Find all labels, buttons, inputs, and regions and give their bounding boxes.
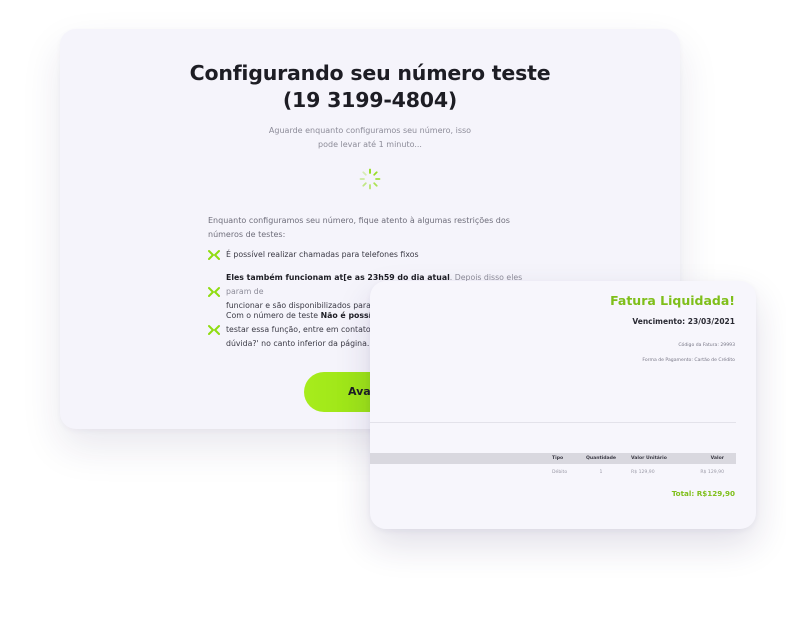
column-header-tipo: Tipo: [552, 456, 564, 461]
restrictions-intro: Enquanto configuramos seu número, fique …: [208, 216, 510, 239]
restriction-text-line2: testar essa função, entre em contato com: [226, 325, 390, 334]
cell-valor-unitario: R$ 129,90: [631, 470, 655, 475]
invoice-payment-method: Forma de Pagamento: Cartão de Crédito: [642, 358, 735, 363]
invoice-card: Fatura Liquidada! Vencimento: 23/03/2021…: [370, 281, 756, 529]
restriction-text: É possível realizar chamadas para telefo…: [226, 250, 419, 259]
loading-spinner-icon: [359, 168, 381, 190]
table-row: Débito 1 R$ 129,90 R$ 129,90: [370, 467, 736, 478]
column-header-valor-unitario: Valor Unitário: [631, 456, 667, 461]
check-arrows-icon: [208, 287, 220, 297]
cell-valor: R$ 129,90: [700, 470, 724, 475]
invoice-code: Código da Fatura: 29993: [678, 343, 735, 348]
title-phone-number: (19 3199-4804): [282, 88, 458, 112]
loading-message: Aguarde enquanto configuramos seu número…: [268, 126, 472, 149]
cell-quantidade: 1: [599, 470, 603, 475]
invoice-status-title: Fatura Liquidada!: [610, 293, 735, 308]
check-arrows-icon: [208, 325, 220, 335]
check-arrows-icon: [208, 250, 220, 260]
title-line-1: Configurando seu número teste: [189, 61, 551, 85]
invoice-divider: [370, 422, 736, 423]
restriction-text: Com o número de teste Não é possível c t…: [226, 309, 392, 351]
column-header-quantidade: Quantidade: [585, 456, 617, 461]
invoice-due-date: Vencimento: 23/03/2021: [632, 317, 735, 326]
invoice-total: Total: R$129,90: [671, 489, 735, 498]
invoice-table-header: Tipo Quantidade Valor Unitário Valor: [370, 453, 736, 464]
restriction-item: É possível realizar chamadas para telefo…: [208, 248, 538, 262]
restriction-text-line3: dúvida?' no canto inferior da página.: [226, 339, 370, 348]
restriction-text-start: Com o número de teste: [226, 311, 321, 320]
page-title: Configurando seu número teste (19 3199-4…: [60, 60, 680, 114]
cell-tipo: Débito: [552, 470, 568, 475]
column-header-valor: Valor: [710, 456, 724, 461]
